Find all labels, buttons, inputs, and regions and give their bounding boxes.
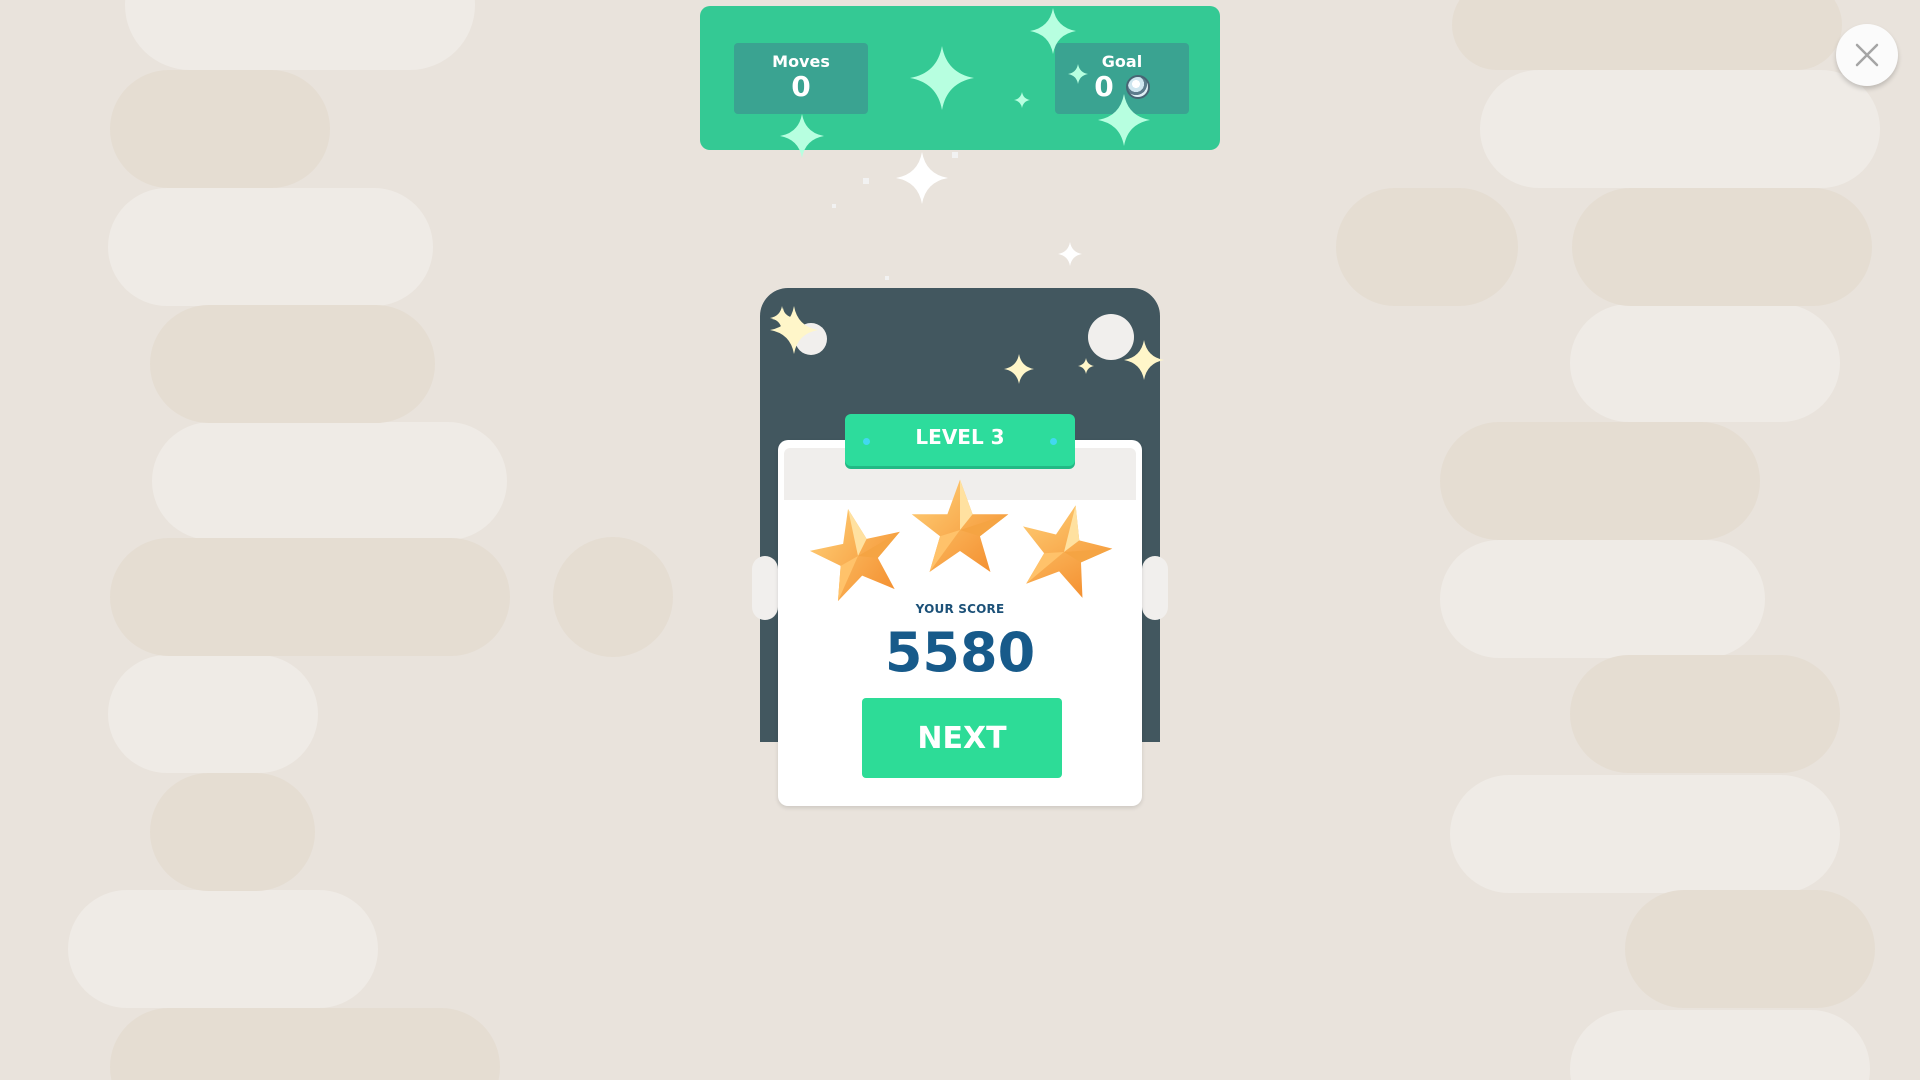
star-icon-2 [911, 479, 1009, 572]
score-label: YOUR SCORE [915, 602, 1005, 616]
board-notch-left [752, 556, 778, 620]
goal-counter: Goal 0 [1055, 43, 1189, 114]
close-icon [1855, 43, 1879, 67]
score-value: 5580 [884, 621, 1036, 684]
moves-value: 0 [791, 70, 811, 103]
goal-value: 0 [1094, 70, 1114, 103]
level-title: LEVEL 3 [915, 425, 1005, 449]
star-icon-1 [809, 509, 900, 602]
moves-label: Moves [772, 52, 830, 71]
banner-rivet-left [863, 438, 870, 445]
board-hole-left [795, 323, 827, 355]
close-button[interactable] [1836, 24, 1898, 86]
gem-icon [1125, 75, 1150, 99]
banner-rivet-right [1050, 438, 1057, 445]
star-rating [809, 479, 1113, 602]
level-banner: LEVEL 3 [845, 414, 1075, 466]
hud-bar: Moves 0 Goal 0 [700, 6, 1220, 150]
board-notch-right [1142, 556, 1168, 620]
goal-label: Goal [1101, 52, 1143, 71]
next-button[interactable]: NEXT [862, 698, 1062, 778]
moves-counter: Moves 0 [734, 43, 868, 114]
star-icon-3 [1022, 505, 1113, 598]
board-hole-right [1088, 314, 1134, 360]
